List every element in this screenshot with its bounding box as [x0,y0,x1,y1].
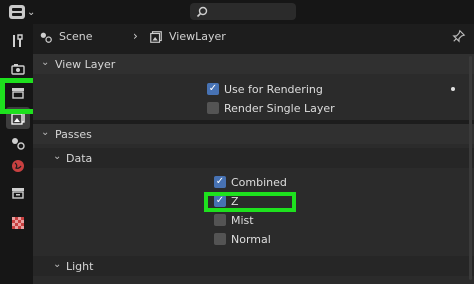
view-layer-panel-header[interactable]: ⌄ View Layer [33,54,474,74]
view-layer-panel: ⌄ View Layer ✓ Use for Rendering Render … [33,54,474,120]
checkbox-label: Use for Rendering [224,82,323,96]
checkbox-unchecked-icon [207,102,219,114]
pin-icon[interactable] [452,29,466,43]
texture-icon [12,217,24,229]
chevron-down-icon: ⌄ [41,57,50,68]
breadcrumb-view-layer[interactable]: ViewLayer [169,30,226,43]
chevron-down-icon: ⌄ [53,151,62,162]
search-icon [196,6,208,17]
scene-icon [12,138,25,150]
panel-title: View Layer [55,58,116,71]
scene-icon [40,32,52,43]
tool-icon [13,34,23,47]
tab-texture[interactable] [6,212,30,234]
data-subpanel-header[interactable]: ⌄ Data [33,148,474,168]
highlight-box [204,192,296,212]
checkbox-unchecked-icon [214,214,226,226]
search-input[interactable] [208,4,288,19]
world-icon [12,160,24,172]
tab-render[interactable] [6,58,30,80]
breadcrumb-scene[interactable]: Scene [59,30,93,43]
checkbox-label: Mist [231,213,254,227]
checkbox-label: Normal [231,232,271,246]
properties-tab-bar [0,24,33,284]
tab-tool[interactable] [6,30,30,52]
combined-checkbox[interactable]: ✓ Combined [214,174,287,190]
checkbox-checked-icon: ✓ [214,176,226,188]
render-single-layer-checkbox[interactable]: Render Single Layer [207,100,335,116]
animate-dot-icon[interactable] [451,87,455,91]
editor-type-button[interactable]: ⌄ [9,4,39,20]
checkbox-label: Render Single Layer [224,101,335,115]
render-icon [11,64,25,75]
scrollbar[interactable] [469,56,472,280]
tab-scene[interactable] [6,132,30,154]
chevron-right-icon: › [133,29,138,43]
subpanel-title: Data [66,152,93,165]
passes-panel-header[interactable]: ⌄ Passes [33,124,474,144]
chevron-down-icon: ⌄ [53,259,62,270]
panel-title: Passes [55,128,92,141]
use-for-rendering-checkbox[interactable]: ✓ Use for Rendering [207,81,323,97]
view-layer-icon [150,31,162,43]
normal-checkbox[interactable]: Normal [214,231,271,247]
light-subpanel-header[interactable]: ⌄ Light [33,256,474,276]
mist-checkbox[interactable]: Mist [214,212,254,228]
subpanel-title: Light [66,260,94,273]
collection-icon [12,188,24,199]
chevron-down-icon: ⌄ [27,6,36,18]
properties-editor-icon [9,5,25,19]
chevron-down-icon: ⌄ [41,127,50,138]
checkbox-checked-icon: ✓ [207,83,219,95]
tab-world[interactable] [6,155,30,177]
checkbox-label: Combined [231,175,287,189]
tab-collection[interactable] [6,182,30,204]
breadcrumb: Scene › ViewLayer [33,24,474,50]
checkbox-unchecked-icon [214,233,226,245]
top-bar: ⌄ [0,0,474,24]
search-field[interactable] [190,3,296,20]
